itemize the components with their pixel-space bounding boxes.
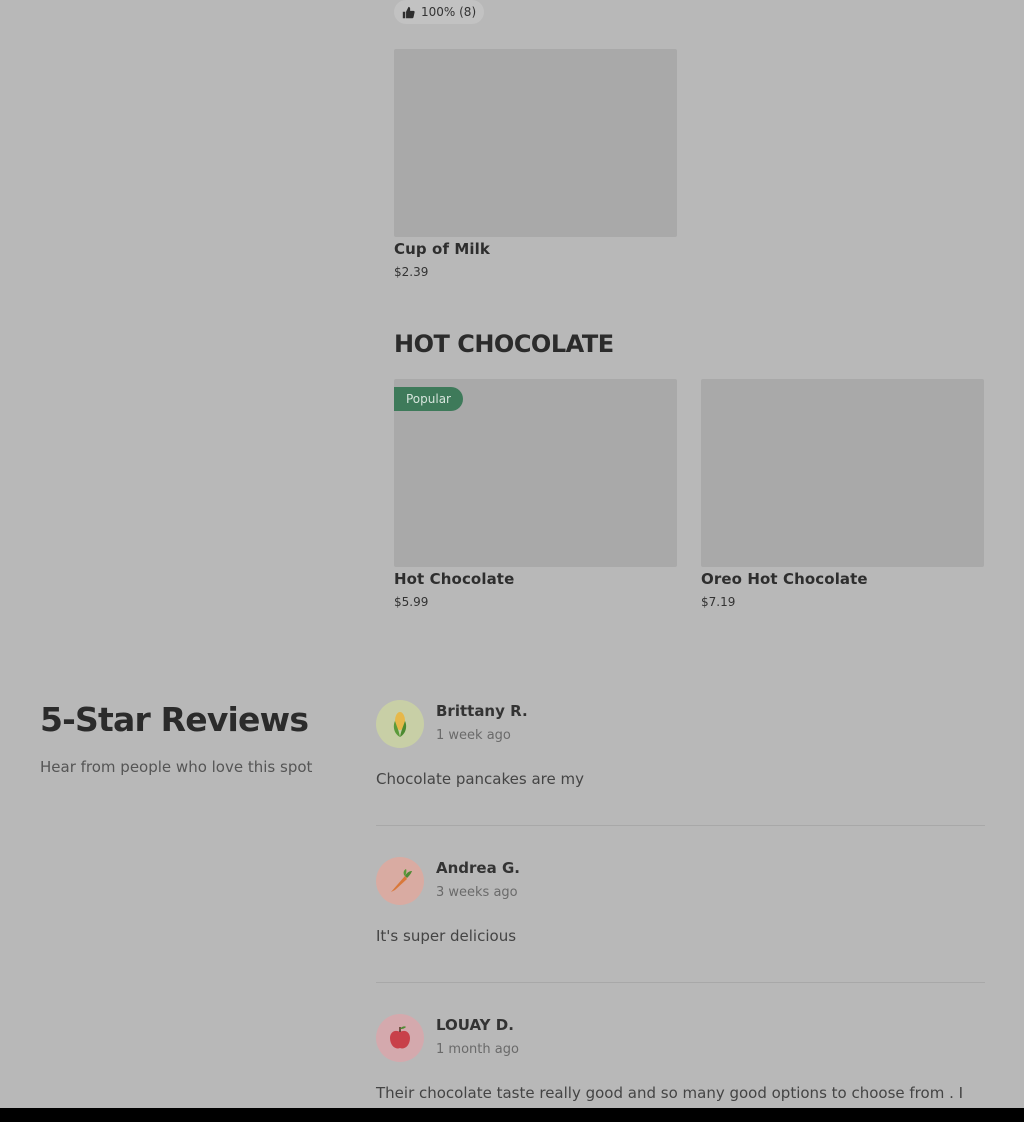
item-image-placeholder[interactable] <box>701 379 984 567</box>
bottom-bar <box>0 1108 1024 1122</box>
divider <box>376 982 985 983</box>
review-text: Chocolate pancakes are my <box>376 770 584 788</box>
item-image-placeholder[interactable] <box>394 49 677 237</box>
review-time: 1 week ago <box>436 728 511 743</box>
rating-text: 100% (8) <box>421 5 477 19</box>
reviews-subtitle: Hear from people who love this spot <box>40 758 313 776</box>
avatar <box>376 700 424 748</box>
thumbs-up-icon <box>402 6 415 18</box>
divider <box>376 825 985 826</box>
item-price: $2.39 <box>394 265 429 279</box>
reviews-title: 5-Star Reviews <box>40 700 309 739</box>
reviewer-name: Andrea G. <box>436 859 520 877</box>
corn-icon <box>393 712 407 737</box>
avatar <box>376 857 424 905</box>
review-time: 3 weeks ago <box>436 885 518 900</box>
avatar <box>376 1014 424 1062</box>
section-title: HOT CHOCOLATE <box>394 330 614 358</box>
carrot-icon <box>391 869 412 892</box>
review-text: It's super delicious <box>376 927 517 945</box>
rating-pill: 100% (8) <box>394 0 485 24</box>
review-text: Their chocolate taste really good and so… <box>376 1084 964 1102</box>
apple-icon <box>390 1026 410 1049</box>
reviewer-name: Brittany R. <box>436 702 528 720</box>
item-price: $5.99 <box>394 595 429 609</box>
review-time: 1 month ago <box>436 1042 519 1057</box>
store-page: 100% (8) Cup of Milk $2.39 HOT CHOCOLATE… <box>0 0 1024 1122</box>
popular-badge: Popular <box>394 387 463 411</box>
item-name: Hot Chocolate <box>394 570 515 588</box>
item-name: Oreo Hot Chocolate <box>701 570 868 588</box>
item-name: Cup of Milk <box>394 240 490 258</box>
item-price: $7.19 <box>701 595 736 609</box>
reviewer-name: LOUAY D. <box>436 1016 514 1034</box>
